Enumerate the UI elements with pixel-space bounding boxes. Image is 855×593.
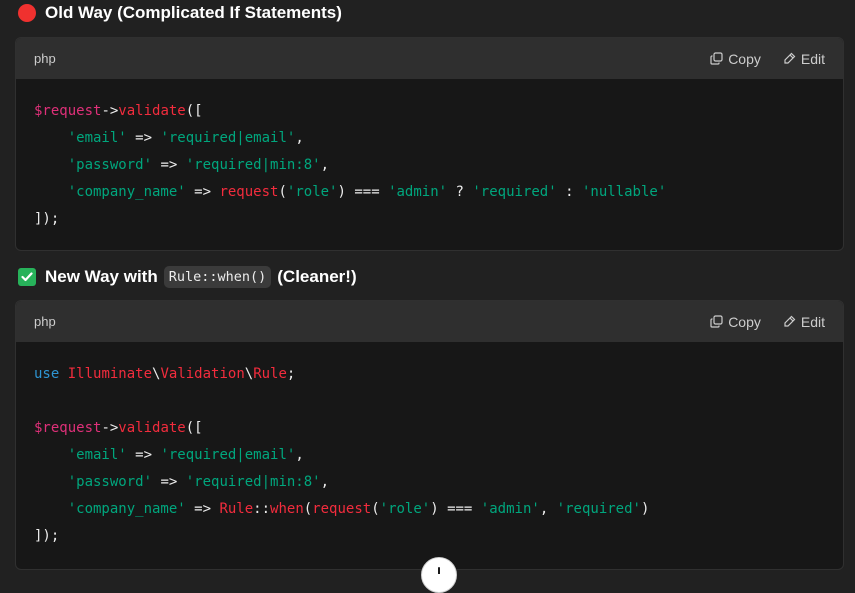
code-line: use Illuminate\Validation\Rule; (34, 366, 296, 382)
copy-button[interactable]: Copy (710, 51, 761, 67)
section-title-new-way-prefix: New Way with (45, 267, 158, 286)
code-line: 'password' => 'required|min:8', (67, 474, 330, 490)
code-line: 'company_name' => Rule::when(request('ro… (67, 501, 650, 517)
token: $request (34, 103, 102, 119)
edit-label: Edit (800, 313, 825, 330)
code-block-header: php Copy Edit (16, 38, 843, 79)
edit-button[interactable]: Edit (783, 51, 825, 67)
edit-label: Edit (800, 50, 825, 67)
scroll-down-button[interactable] (421, 557, 457, 593)
pencil-icon (783, 52, 796, 65)
code-block-old-way: php Copy Edit $request->validate(['emai… (15, 37, 844, 251)
code-line: ]); (34, 211, 60, 227)
code-line: 'password' => 'required|min:8', (67, 157, 330, 173)
copy-button[interactable]: Copy (710, 314, 761, 330)
code-line: 'company_name' => request('role') === 'a… (67, 184, 667, 200)
code-block-header: php Copy Edit (16, 301, 843, 342)
section-title-old-way: Old Way (Complicated If Statements) (45, 3, 342, 22)
code-block-actions: Copy Edit (710, 314, 825, 330)
code-block-actions: Copy Edit (710, 51, 825, 67)
check-mark-button-icon (18, 268, 36, 286)
copy-label: Copy (728, 313, 761, 330)
arrow-down-icon (432, 558, 446, 579)
copy-label: Copy (728, 50, 761, 67)
code-line: $request->validate([ (34, 103, 203, 119)
section-heading-new-way: New Way with Rule::when() (Cleaner!) (18, 266, 357, 288)
code-block-new-way: php Copy Edit use Illuminate\Validation\… (15, 300, 844, 570)
code-language-label: php (34, 314, 56, 329)
code-content: use Illuminate\Validation\Rule; $request… (16, 342, 843, 550)
copy-icon (710, 315, 723, 328)
code-line: 'email' => 'required|email', (67, 130, 304, 146)
pencil-icon (783, 315, 796, 328)
copy-icon (710, 52, 723, 65)
section-heading-old-way: Old Way (Complicated If Statements) (18, 3, 342, 23)
code-line: ]); (34, 528, 60, 544)
code-content: $request->validate([ 'email' => 'require… (16, 79, 843, 233)
section-title-new-way-suffix: (Cleaner!) (277, 267, 357, 286)
inline-code: Rule::when() (163, 266, 272, 288)
code-line: 'email' => 'required|email', (67, 447, 304, 463)
code-line: $request->validate([ (34, 420, 203, 436)
red-circle-icon (18, 4, 36, 22)
edit-button[interactable]: Edit (783, 314, 825, 330)
code-language-label: php (34, 51, 56, 66)
